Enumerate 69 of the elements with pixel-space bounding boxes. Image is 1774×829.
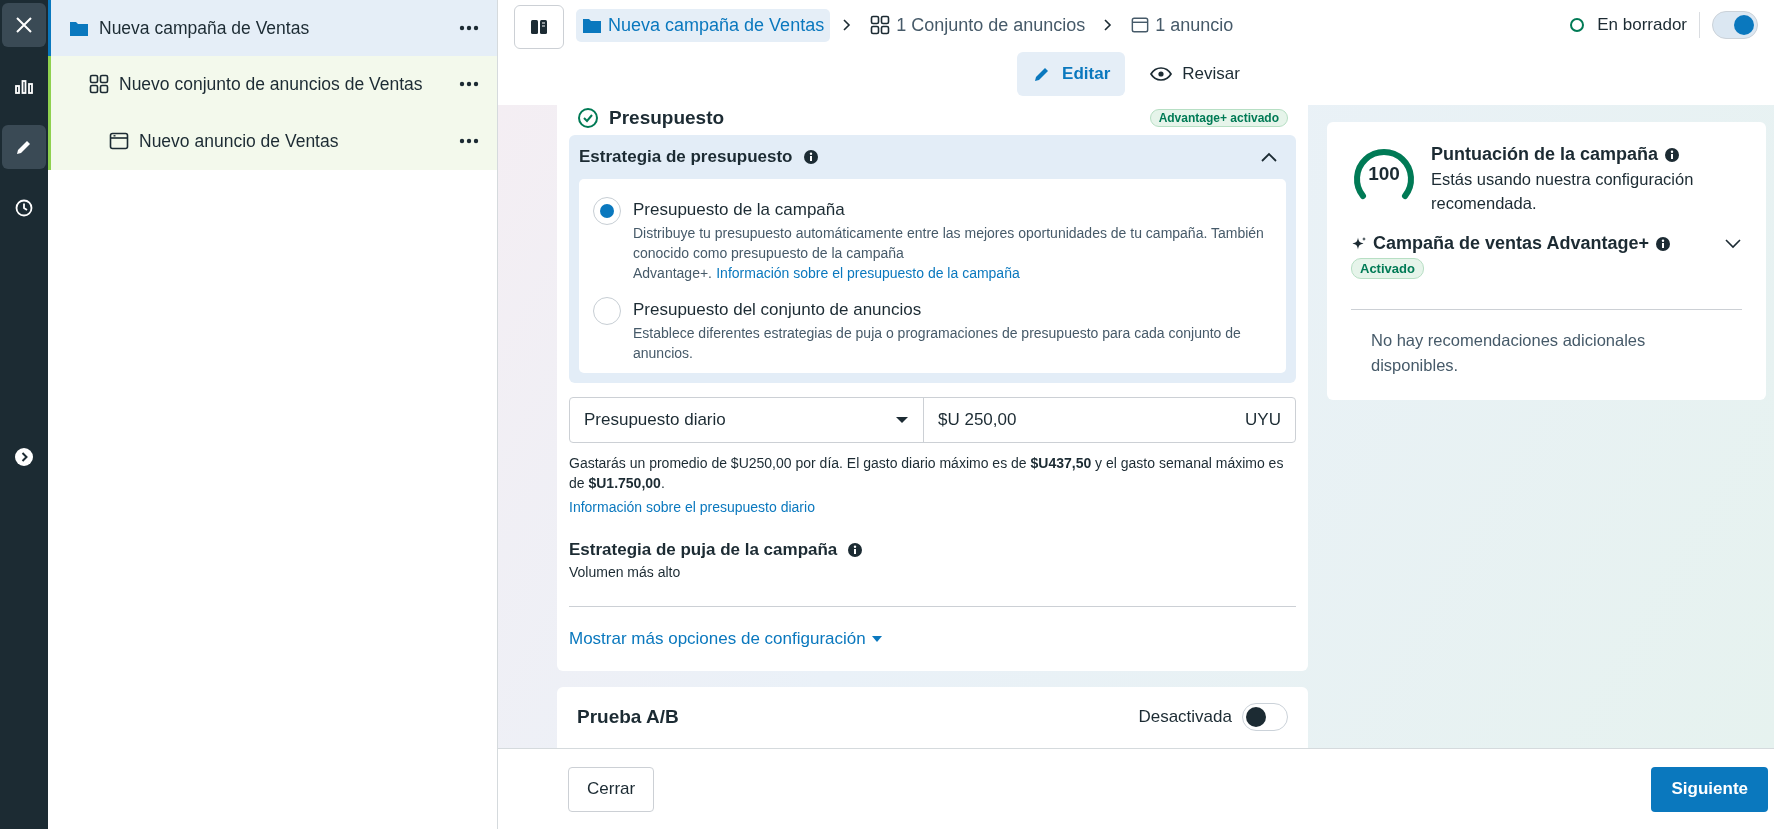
info-icon[interactable] <box>802 149 819 165</box>
more-options-link[interactable]: Mostrar más opciones de configuración <box>569 629 882 649</box>
advantage-title: Campaña de ventas Advantage+ <box>1373 233 1649 254</box>
option-title: Presupuesto de la campaña <box>633 200 846 220</box>
option-description: Establece diferentes estrategias de puja o programaciones de presupuesto para cada conjunto de anuncios. <box>633 324 1242 363</box>
toggle-panel-button[interactable] <box>514 4 564 49</box>
chevron-right-icon <box>1103 18 1114 32</box>
bid-strategy-heading: Estrategia de puja de la campaña <box>569 540 838 560</box>
breadcrumb-link[interactable]: 1 anuncio <box>1125 8 1240 42</box>
status-toggle[interactable] <box>1712 11 1758 39</box>
more-options-icon[interactable] <box>459 25 479 31</box>
tree-item-label: Nuevo conjunto de anuncios de Ventas <box>119 73 424 95</box>
mode-tab[interactable]: Revisar <box>1135 52 1255 96</box>
empty-message: No hay recomendaciones adicionales disponibles. <box>1370 330 1647 376</box>
status-circle-icon <box>1569 17 1586 33</box>
budget-note: Gastarás un promedio de $U250,00 por día. El gasto diario máximo es de $U437,50 y el gasto semanal máximo es de $U1.750,00. <box>569 454 1285 493</box>
close-icon <box>14 15 34 35</box>
panel-heading: Estrategia de presupuesto <box>579 147 793 167</box>
tree-item-label: Nueva campaña de Ventas <box>99 17 311 39</box>
more-options-icon[interactable] <box>459 81 479 87</box>
radio-button[interactable] <box>593 197 621 225</box>
tree-item[interactable]: Nuevo conjunto de anuncios de Ventas <box>48 56 497 112</box>
chevron-icon[interactable] <box>1260 151 1278 163</box>
expand-button[interactable] <box>14 447 34 467</box>
close-button[interactable]: Cerrar <box>568 766 655 812</box>
window-icon <box>1131 16 1150 34</box>
ab-test-toggle[interactable] <box>1242 703 1288 731</box>
tree-item[interactable]: Nueva campaña de Ventas <box>48 0 497 56</box>
info-icon[interactable] <box>1664 146 1681 163</box>
breadcrumb-link[interactable]: 1 Conjunto de anuncios <box>864 8 1092 42</box>
book-icon <box>530 18 548 35</box>
mode-tab[interactable]: Editar <box>1017 52 1126 96</box>
option-description: Distribuye tu presupuesto automáticamente entre las mejores oportunidades de tu campaña. También conocido como presupuesto de la campaña Advantage+. Información sobre el presupuesto de la campaña <box>633 224 1265 283</box>
caret-down-icon <box>871 636 882 642</box>
status-badge: Activado <box>1351 258 1424 279</box>
section-heading: Presupuesto <box>609 107 725 129</box>
section-heading: Prueba A/B <box>577 706 679 728</box>
breadcrumb-link[interactable]: Nueva campaña de Ventas <box>576 8 831 42</box>
folder-icon <box>582 16 602 34</box>
toggle-label: Desactivada <box>1138 707 1232 727</box>
bar-chart-icon <box>14 78 34 94</box>
close-rail-button[interactable] <box>2 3 46 47</box>
grid-icon <box>870 15 891 35</box>
edit-rail-button[interactable] <box>2 125 46 169</box>
check-circle-icon <box>577 107 599 129</box>
info-link[interactable]: Información sobre el presupuesto de la campaña <box>716 265 1020 281</box>
radio-button[interactable] <box>593 297 621 325</box>
tree-item-label: Nuevo anuncio de Ventas <box>139 130 340 152</box>
budget-info-link[interactable]: Información sobre el presupuesto diario <box>569 499 815 515</box>
info-icon[interactable] <box>847 542 864 558</box>
clock-icon <box>14 198 34 218</box>
more-options-icon[interactable] <box>459 138 479 144</box>
grid-icon <box>89 74 109 94</box>
next-button[interactable]: Siguiente <box>1651 766 1768 812</box>
score-value: 100 <box>1367 163 1401 185</box>
window-icon <box>109 131 129 151</box>
folder-icon <box>69 19 89 37</box>
status-badge: Advantage+ activado <box>1149 109 1288 127</box>
score-title: Puntuación de la campaña <box>1431 144 1659 165</box>
status-label: En borrador <box>1597 15 1687 35</box>
info-icon[interactable] <box>1654 235 1671 252</box>
eye-icon <box>1150 67 1173 81</box>
chevron-right-icon <box>842 18 853 32</box>
option-title: Presupuesto del conjunto de anuncios <box>633 300 923 320</box>
score-description: Estás usando nuestra configuración recomendada. <box>1431 169 1695 214</box>
chevron-right-circle-icon <box>14 447 34 467</box>
chevron-icon[interactable] <box>1724 237 1742 250</box>
tree-item[interactable]: Nuevo anuncio de Ventas <box>48 112 497 170</box>
bid-strategy-value: Volumen más alto <box>569 564 682 580</box>
